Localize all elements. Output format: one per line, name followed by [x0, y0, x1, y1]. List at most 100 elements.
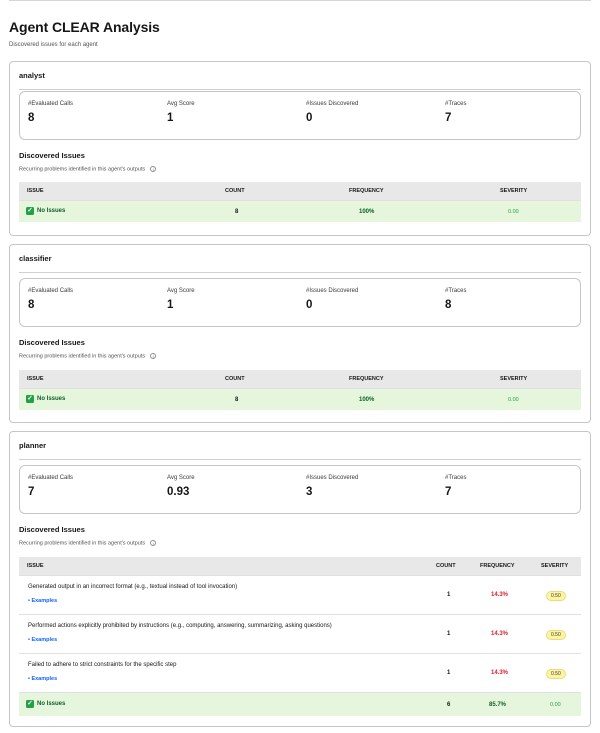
metric-value: 8 [445, 299, 452, 311]
metric-label: #Evaluated Calls [28, 475, 74, 481]
no-issues-label: No Issues [37, 208, 66, 214]
metric-evaluated-calls: #Evaluated Calls 8 [28, 101, 73, 124]
check-icon: ✓ [26, 700, 34, 708]
info-icon[interactable]: i [150, 353, 157, 359]
agent-name: planner [19, 441, 47, 450]
metric-value: 3 [306, 486, 313, 498]
count-value: 6 [447, 702, 451, 708]
discovered-issues-subtitle: Recurring problems identified in this ag… [19, 166, 157, 173]
severity-badge: 0.50 [546, 669, 566, 679]
no-issues-cell: ✓ No Issues [26, 700, 65, 708]
metric-value: 7 [28, 486, 35, 498]
col-frequency: FREQUENCY [480, 563, 515, 569]
agent-name: analyst [19, 71, 45, 80]
examples-link[interactable]: • Examples [28, 676, 57, 682]
metric-issues-discovered: #Issues Discovered 0 [306, 101, 358, 124]
top-divider [9, 0, 591, 1]
col-frequency: FREQUENCY [349, 376, 384, 382]
count-value: 1 [447, 670, 451, 676]
examples-link[interactable]: • Examples [28, 637, 57, 643]
severity-value: 0.00 [508, 397, 519, 403]
check-icon: ✓ [26, 395, 34, 403]
severity-value: 0.00 [508, 209, 519, 215]
metric-value: 7 [445, 112, 452, 124]
agent-card-classifier: classifier #Evaluated Calls 8 Avg Score … [9, 244, 591, 423]
col-severity: SEVERITY [500, 376, 528, 382]
metric-label: #Traces [445, 288, 467, 294]
frequency-value: 14.3% [491, 631, 509, 637]
metric-avg-score: Avg Score 1 [167, 101, 195, 124]
issue-text: Failed to adhere to strict constraints f… [28, 662, 177, 668]
metric-value: 1 [167, 112, 174, 124]
col-issue: ISSUE [27, 376, 44, 382]
metric-label: #Evaluated Calls [28, 101, 74, 107]
metric-issues-discovered: #Issues Discovered 3 [306, 475, 358, 498]
table-header: ISSUE COUNT FREQUENCY SEVERITY [19, 557, 581, 575]
subtitle-text: Recurring problems identified in this ag… [19, 166, 146, 173]
card-divider [19, 459, 581, 460]
page-subtitle: Discovered issues for each agent [9, 42, 98, 48]
col-count: COUNT [225, 188, 245, 194]
col-issue: ISSUE [27, 188, 44, 194]
count-value: 1 [447, 592, 451, 598]
metric-label: #Issues Discovered [306, 288, 359, 294]
table-header: ISSUE COUNT FREQUENCY SEVERITY [19, 182, 581, 200]
count-value: 8 [235, 209, 239, 215]
table-row-no-issues: ✓ No Issues 8 100% 0.00 [19, 200, 581, 222]
metric-issues-discovered: #Issues Discovered 0 [306, 288, 358, 311]
metrics-panel: #Evaluated Calls 8 Avg Score 1 #Issues D… [19, 91, 581, 140]
col-issue: ISSUE [27, 563, 44, 569]
frequency-value: 100% [359, 209, 375, 215]
table-row-no-issues: ✓ No Issues 8 100% 0.00 [19, 388, 581, 410]
no-issues-cell: ✓ No Issues [26, 395, 65, 403]
table-header: ISSUE COUNT FREQUENCY SEVERITY [19, 370, 581, 388]
metric-traces: #Traces 8 [445, 288, 466, 311]
col-severity: SEVERITY [500, 188, 528, 194]
metric-label: Avg Score [167, 288, 195, 294]
discovered-issues-title: Discovered Issues [19, 525, 85, 534]
severity-badge: 0.50 [546, 630, 566, 640]
metric-label: #Traces [445, 475, 467, 481]
col-count: COUNT [436, 563, 456, 569]
frequency-value: 100% [359, 397, 375, 403]
col-frequency: FREQUENCY [349, 188, 384, 194]
metric-label: Avg Score [167, 101, 195, 107]
metrics-panel: #Evaluated Calls 8 Avg Score 1 #Issues D… [19, 278, 581, 327]
metric-avg-score: Avg Score 0.93 [167, 475, 195, 498]
metric-label: #Traces [445, 101, 467, 107]
metric-evaluated-calls: #Evaluated Calls 7 [28, 475, 73, 498]
issue-text: Generated output in an incorrect format … [28, 584, 238, 590]
metric-value: 0 [306, 112, 313, 124]
metric-label: #Evaluated Calls [28, 288, 74, 294]
metric-value: 8 [28, 299, 35, 311]
agent-card-analyst: analyst #Evaluated Calls 8 Avg Score 1 #… [9, 61, 591, 236]
metric-value: 7 [445, 486, 452, 498]
metric-value: 0.93 [167, 486, 190, 498]
examples-link[interactable]: • Examples [28, 598, 57, 604]
no-issues-label: No Issues [37, 701, 66, 707]
no-issues-label: No Issues [37, 396, 66, 402]
col-severity: SEVERITY [541, 563, 569, 569]
col-count: COUNT [225, 376, 245, 382]
info-icon[interactable]: i [150, 540, 157, 546]
metrics-panel: #Evaluated Calls 7 Avg Score 0.93 #Issue… [19, 465, 581, 514]
frequency-value: 85.7% [489, 702, 507, 708]
discovered-issues-subtitle: Recurring problems identified in this ag… [19, 353, 157, 359]
severity-value: 0.00 [550, 702, 561, 708]
metric-label: #Issues Discovered [306, 475, 359, 481]
issue-text: Performed actions explicitly prohibited … [28, 623, 332, 629]
info-icon[interactable]: i [150, 166, 157, 172]
metric-evaluated-calls: #Evaluated Calls 8 [28, 288, 73, 311]
card-divider [19, 89, 581, 90]
subtitle-text: Recurring problems identified in this ag… [19, 540, 146, 547]
frequency-value: 14.3% [491, 592, 509, 598]
no-issues-cell: ✓ No Issues [26, 207, 65, 215]
count-value: 8 [235, 397, 239, 403]
issues-table: ISSUE COUNT FREQUENCY SEVERITY ✓ No Issue… [19, 182, 581, 222]
issues-table: ISSUE COUNT FREQUENCY SEVERITY ✓ No Issue… [19, 370, 581, 410]
metric-label: #Issues Discovered [306, 101, 359, 107]
frequency-value: 14.3% [491, 670, 509, 676]
metric-value: 0 [306, 299, 313, 311]
card-divider [19, 272, 581, 273]
issues-table: ISSUE COUNT FREQUENCY SEVERITY Generated… [19, 557, 581, 716]
